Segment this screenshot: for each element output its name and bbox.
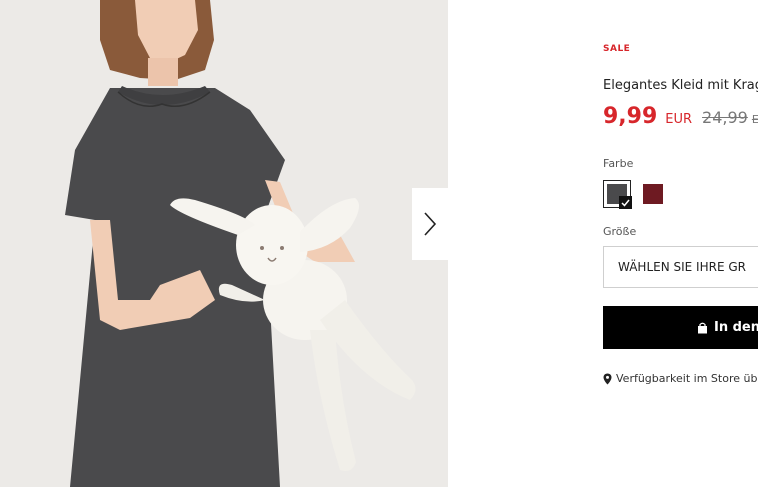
color-label: Farbe	[603, 157, 634, 170]
size-label: Größe	[603, 225, 637, 238]
gallery-next-button[interactable]	[412, 188, 448, 260]
product-details: SALE Elegantes Kleid mit Krag 9,99 EUR 2…	[603, 0, 758, 487]
product-title: Elegantes Kleid mit Krag	[603, 78, 758, 93]
price-row: 9,99 EUR 24,99 EU	[603, 104, 758, 129]
product-image	[0, 0, 448, 487]
shopping-bag-icon	[697, 322, 708, 334]
price-old: 24,99	[702, 108, 748, 127]
chevron-right-icon	[424, 212, 437, 236]
product-photo	[0, 0, 448, 487]
price-currency: EUR	[665, 112, 693, 127]
check-icon	[619, 196, 632, 209]
size-select-placeholder: WÄHLEN SIE IHRE GR	[618, 260, 746, 274]
add-to-cart-button[interactable]: In den	[603, 306, 758, 349]
price-current: 9,99	[603, 104, 658, 129]
store-availability-link[interactable]: Verfügbarkeit im Store üb	[603, 372, 757, 385]
color-swatch-dark-grey[interactable]	[603, 180, 632, 209]
store-availability-label: Verfügbarkeit im Store üb	[616, 372, 758, 385]
price-old-currency: EU	[751, 113, 758, 126]
location-pin-icon	[603, 373, 612, 385]
color-swatch-burgundy[interactable]	[639, 180, 667, 208]
sale-badge: SALE	[603, 44, 631, 54]
color-swatches	[603, 180, 675, 209]
swatch-color	[643, 184, 663, 204]
size-select[interactable]: WÄHLEN SIE IHRE GR	[603, 246, 758, 288]
add-to-cart-label: In den	[714, 320, 758, 335]
